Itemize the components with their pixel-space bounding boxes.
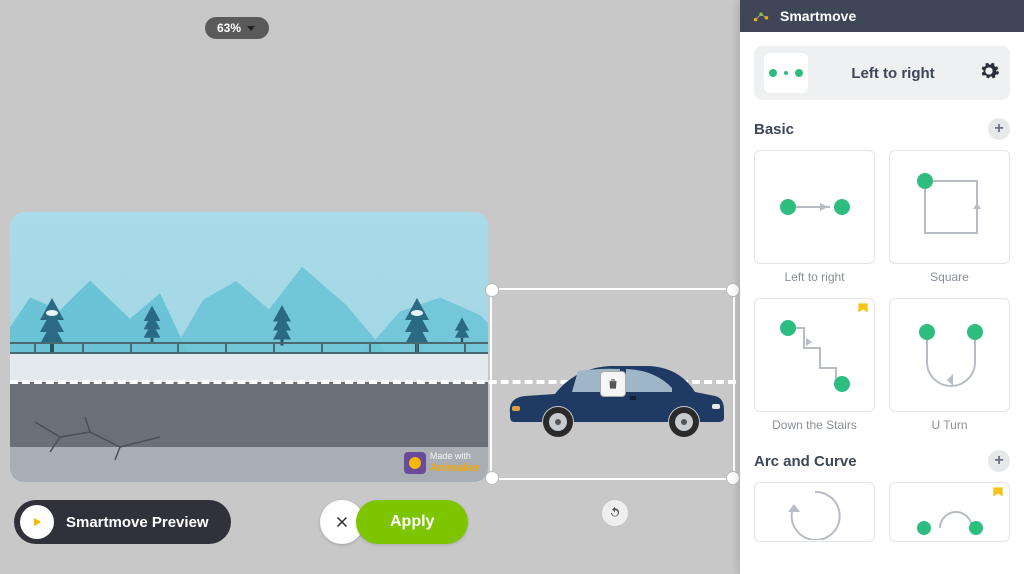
zoom-value: 63% xyxy=(217,21,241,35)
tree xyxy=(273,313,291,346)
apply-group: Apply xyxy=(320,500,468,544)
preview-pill: Smartmove Preview xyxy=(14,500,231,544)
move-card-down-the-stairs[interactable]: Down the Stairs xyxy=(754,298,875,432)
delete-button[interactable] xyxy=(600,371,626,397)
add-button[interactable]: + xyxy=(988,450,1010,472)
watermark: Made with Animaker xyxy=(404,452,480,474)
smartmove-panel: Smartmove Left to right Basic + Left to … xyxy=(740,0,1024,574)
watermark-brand: Animaker xyxy=(430,462,480,474)
current-move-bar: Left to right xyxy=(754,46,1010,100)
star-icon xyxy=(855,302,871,323)
move-card-square[interactable]: Square xyxy=(889,150,1010,284)
section-title: Arc and Curve xyxy=(754,453,857,470)
panel-title: Smartmove xyxy=(780,8,856,24)
move-card-circle[interactable] xyxy=(754,482,875,542)
section-title: Basic xyxy=(754,121,794,138)
panel-header: Smartmove xyxy=(740,0,1024,32)
resize-handle[interactable] xyxy=(486,284,498,296)
tree xyxy=(144,313,161,344)
play-button[interactable] xyxy=(20,505,54,539)
section-arc-and-curve: Arc and Curve + xyxy=(754,450,1010,542)
current-move-thumb xyxy=(764,53,808,93)
add-button[interactable]: + xyxy=(988,118,1010,140)
canvas-stage[interactable]: Made with Animaker xyxy=(10,212,488,482)
tree xyxy=(455,323,469,342)
zoom-control[interactable]: 63% xyxy=(205,17,269,39)
resize-handle[interactable] xyxy=(727,284,739,296)
section-basic: Basic + Left to right Square Down the St… xyxy=(754,118,1010,432)
move-label: Square xyxy=(889,270,1010,284)
star-icon xyxy=(990,486,1006,507)
watermark-line1: Made with xyxy=(430,452,480,462)
animaker-logo-icon xyxy=(404,452,426,474)
guardrail xyxy=(10,342,488,354)
resize-handle[interactable] xyxy=(727,472,739,484)
road-cracks xyxy=(30,412,170,462)
move-card-left-to-right[interactable]: Left to right xyxy=(754,150,875,284)
resize-handle[interactable] xyxy=(486,472,498,484)
move-label: Down the Stairs xyxy=(754,418,875,432)
move-card-drop[interactable] xyxy=(889,482,1010,542)
rotate-button[interactable] xyxy=(602,500,628,526)
preview-label: Smartmove Preview xyxy=(66,514,209,531)
move-label: Left to right xyxy=(754,270,875,284)
smartmove-icon xyxy=(752,7,770,25)
selection-box[interactable] xyxy=(490,288,735,480)
move-card-u-turn[interactable]: U Turn xyxy=(889,298,1010,432)
chevron-down-icon xyxy=(247,26,255,31)
current-move-title: Left to right xyxy=(808,65,978,82)
settings-button[interactable] xyxy=(978,60,1000,87)
apply-button[interactable]: Apply xyxy=(356,500,468,544)
move-label: U Turn xyxy=(889,418,1010,432)
